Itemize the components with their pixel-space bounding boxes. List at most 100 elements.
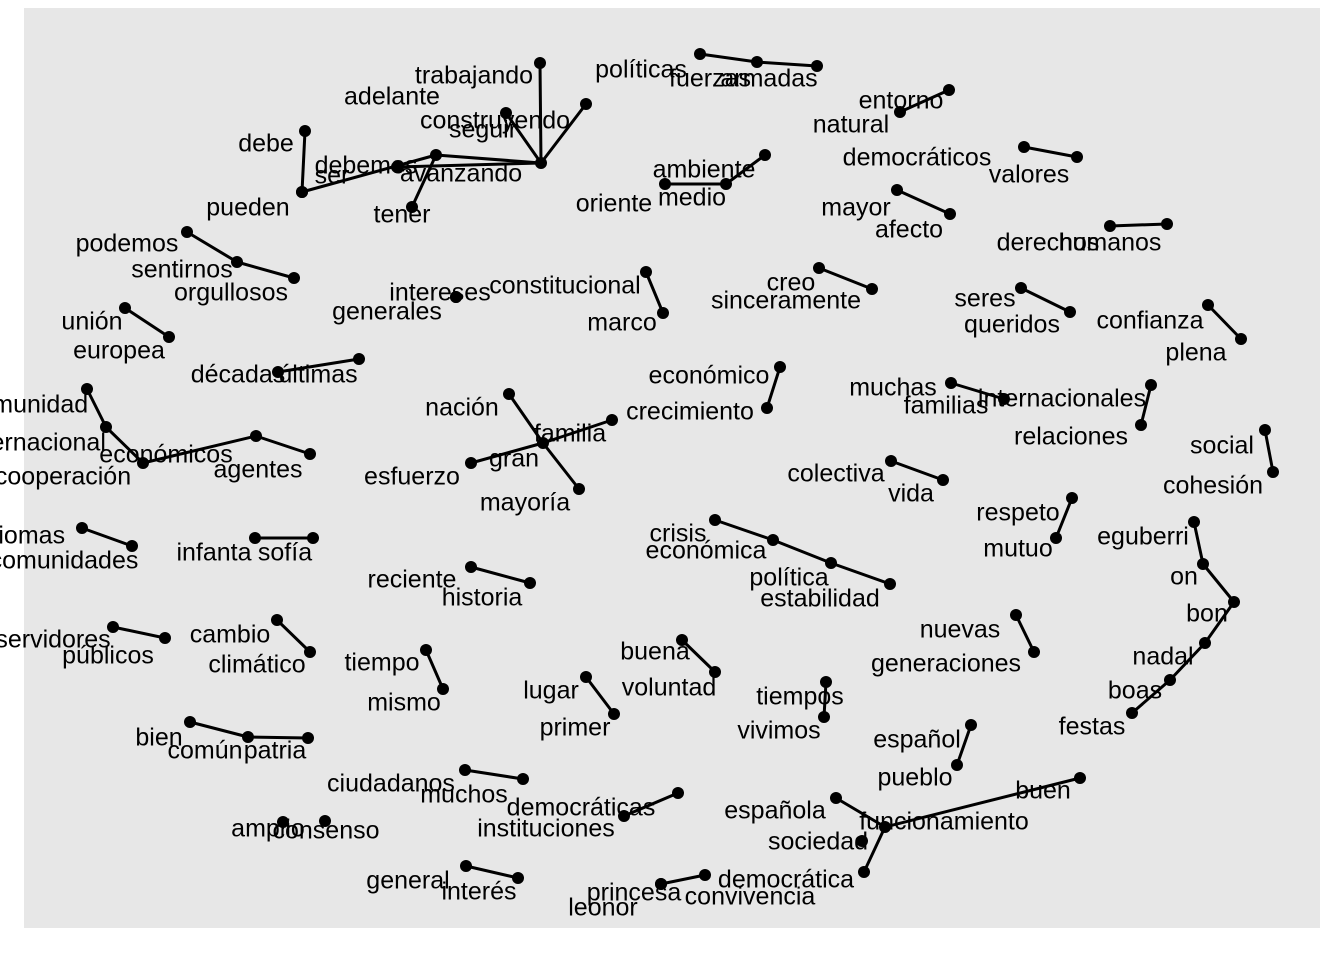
graph-node[interactable] (1161, 218, 1173, 230)
graph-node[interactable] (943, 84, 955, 96)
graph-node[interactable] (761, 402, 773, 414)
graph-node[interactable] (657, 307, 669, 319)
graph-node[interactable] (465, 457, 477, 469)
graph-node[interactable] (606, 414, 618, 426)
graph-node[interactable] (137, 457, 149, 469)
graph-node[interactable] (353, 353, 365, 365)
graph-node[interactable] (159, 632, 171, 644)
graph-node[interactable] (119, 302, 131, 314)
graph-node[interactable] (965, 719, 977, 731)
graph-node[interactable] (288, 272, 300, 284)
graph-node[interactable] (1010, 609, 1022, 621)
graph-node[interactable] (181, 226, 193, 238)
graph-node[interactable] (858, 866, 870, 878)
graph-node[interactable] (420, 644, 432, 656)
graph-node[interactable] (1145, 379, 1157, 391)
graph-node[interactable] (524, 577, 536, 589)
graph-node[interactable] (100, 421, 112, 433)
graph-node[interactable] (884, 578, 896, 590)
graph-node[interactable] (503, 388, 515, 400)
graph-node[interactable] (537, 437, 549, 449)
graph-node[interactable] (676, 634, 688, 646)
graph-node[interactable] (307, 532, 319, 544)
graph-node[interactable] (1199, 637, 1211, 649)
graph-node[interactable] (1164, 674, 1176, 686)
graph-node[interactable] (825, 557, 837, 569)
graph-node[interactable] (1259, 424, 1271, 436)
graph-node[interactable] (856, 835, 868, 847)
graph-node[interactable] (249, 532, 261, 544)
graph-node[interactable] (811, 60, 823, 72)
graph-node[interactable] (304, 448, 316, 460)
graph-node[interactable] (818, 711, 830, 723)
graph-node[interactable] (774, 361, 786, 373)
graph-node[interactable] (277, 816, 289, 828)
graph-node[interactable] (296, 186, 308, 198)
graph-node[interactable] (319, 815, 331, 827)
graph-node[interactable] (107, 621, 119, 633)
graph-node[interactable] (517, 773, 529, 785)
graph-node[interactable] (618, 810, 630, 822)
graph-node[interactable] (672, 787, 684, 799)
graph-node[interactable] (535, 157, 547, 169)
graph-node[interactable] (1188, 516, 1200, 528)
graph-node[interactable] (1228, 596, 1240, 608)
graph-node[interactable] (1267, 466, 1279, 478)
graph-node[interactable] (608, 708, 620, 720)
graph-node[interactable] (813, 262, 825, 274)
graph-node[interactable] (1028, 646, 1040, 658)
graph-node[interactable] (1050, 532, 1062, 544)
graph-node[interactable] (1135, 419, 1147, 431)
graph-node[interactable] (450, 291, 462, 303)
graph-node[interactable] (1126, 707, 1138, 719)
graph-node[interactable] (302, 732, 314, 744)
graph-node[interactable] (242, 731, 254, 743)
graph-node[interactable] (81, 383, 93, 395)
graph-node[interactable] (1197, 558, 1209, 570)
graph-node[interactable] (1066, 492, 1078, 504)
graph-node[interactable] (430, 149, 442, 161)
graph-node[interactable] (1202, 299, 1214, 311)
graph-node[interactable] (709, 666, 721, 678)
graph-node[interactable] (512, 872, 524, 884)
graph-node[interactable] (465, 561, 477, 573)
graph-node[interactable] (998, 393, 1010, 405)
graph-node[interactable] (304, 646, 316, 658)
graph-node[interactable] (879, 821, 891, 833)
graph-node[interactable] (759, 149, 771, 161)
graph-node[interactable] (640, 266, 652, 278)
graph-node[interactable] (580, 98, 592, 110)
graph-node[interactable] (580, 671, 592, 683)
graph-node[interactable] (659, 178, 671, 190)
graph-node[interactable] (767, 534, 779, 546)
graph-node[interactable] (460, 860, 472, 872)
graph-node[interactable] (1015, 282, 1027, 294)
graph-node[interactable] (406, 201, 418, 213)
graph-node[interactable] (891, 184, 903, 196)
graph-node[interactable] (830, 792, 842, 804)
graph-node[interactable] (751, 56, 763, 68)
graph-node[interactable] (951, 759, 963, 771)
graph-node[interactable] (500, 107, 512, 119)
graph-node[interactable] (459, 764, 471, 776)
graph-node[interactable] (945, 377, 957, 389)
graph-node[interactable] (709, 514, 721, 526)
graph-node[interactable] (820, 676, 832, 688)
graph-node[interactable] (885, 455, 897, 467)
graph-node[interactable] (534, 57, 546, 69)
graph-node[interactable] (272, 366, 284, 378)
graph-node[interactable] (1018, 141, 1030, 153)
graph-node[interactable] (1235, 333, 1247, 345)
graph-node[interactable] (1074, 772, 1086, 784)
graph-node[interactable] (76, 522, 88, 534)
graph-node[interactable] (573, 483, 585, 495)
graph-node[interactable] (391, 161, 403, 173)
graph-node[interactable] (250, 430, 262, 442)
graph-node[interactable] (1064, 306, 1076, 318)
graph-node[interactable] (271, 614, 283, 626)
graph-node[interactable] (694, 48, 706, 60)
graph-node[interactable] (720, 178, 732, 190)
graph-node[interactable] (944, 208, 956, 220)
graph-node[interactable] (937, 474, 949, 486)
graph-node[interactable] (866, 283, 878, 295)
